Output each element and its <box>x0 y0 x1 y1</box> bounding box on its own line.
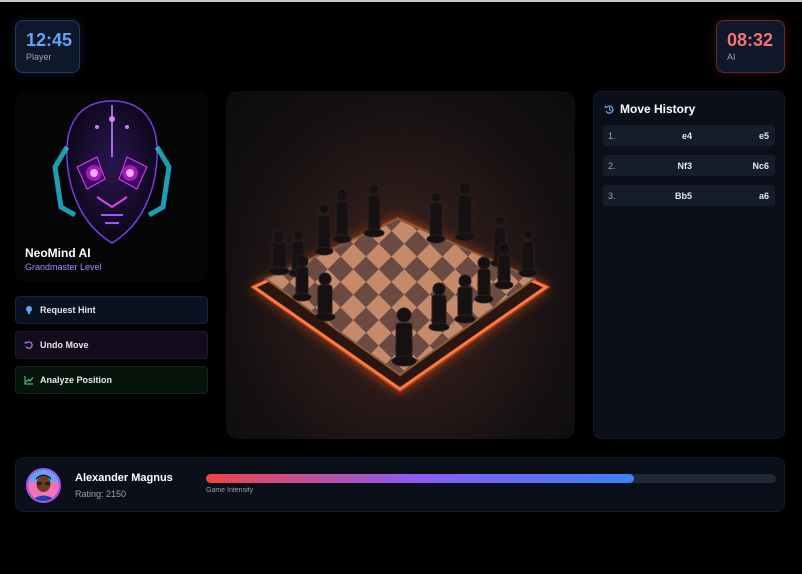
player-name: Alexander Magnus <box>75 472 173 484</box>
game-intensity-bar <box>206 474 776 483</box>
ai-opponent-card: NeoMind AI Grandmaster Level <box>15 91 208 282</box>
player-info-bar: Alexander Magnus Rating: 2150 Game Inten… <box>15 457 785 512</box>
ai-name: NeoMind AI <box>25 246 91 260</box>
undo-icon <box>24 341 33 349</box>
player-timer-time: 12:45 <box>26 30 73 50</box>
analyze-position-button[interactable]: Analyze Position <box>15 366 208 394</box>
move-number: 3. <box>608 191 616 201</box>
player-timer: 12:45 Player <box>15 20 80 73</box>
move-number: 1. <box>608 131 616 141</box>
chart-line-icon <box>24 376 34 385</box>
white-move: e4 <box>681 131 692 141</box>
request-hint-label: Request Hint <box>40 305 96 315</box>
player-rating: Rating: 2150 <box>75 489 127 499</box>
chess-board-view[interactable] <box>226 91 575 439</box>
piece-back-left <box>268 230 290 276</box>
move-number: 2. <box>608 161 616 171</box>
ai-timer: 08:32 AI <box>716 20 785 73</box>
lightbulb-icon <box>26 306 32 314</box>
undo-move-label: Undo Move <box>40 340 89 350</box>
move-row[interactable]: 1. e4 e5 <box>603 125 775 146</box>
game-intensity-label: Game Intensity <box>206 487 254 494</box>
move-history-panel: Move History 1. e4 e5 2. Nf3 Nc6 3. Bb5 … <box>593 91 785 439</box>
player-portrait <box>28 470 59 501</box>
move-history-label: Move History <box>620 102 696 116</box>
window-top-border <box>0 0 802 2</box>
ai-robot-avatar <box>52 100 172 244</box>
ai-level: Grandmaster Level <box>25 262 102 272</box>
move-row[interactable]: 2. Nf3 Nc6 <box>603 155 775 176</box>
ai-timer-label: AI <box>727 52 736 62</box>
ai-timer-time: 08:32 <box>727 30 774 50</box>
chess-board-illustration <box>250 182 551 393</box>
white-move: Bb5 <box>674 191 692 201</box>
black-move: a6 <box>758 191 769 201</box>
history-icon <box>604 104 614 114</box>
player-timer-label: Player <box>26 52 52 62</box>
analyze-position-label: Analyze Position <box>40 375 113 385</box>
request-hint-button[interactable]: Request Hint <box>15 296 208 324</box>
player-avatar <box>26 468 61 503</box>
move-row[interactable]: 3. Bb5 a6 <box>603 185 775 206</box>
black-move: Nc6 <box>752 161 769 171</box>
undo-move-button[interactable]: Undo Move <box>15 331 208 359</box>
black-move: e5 <box>758 131 769 141</box>
move-history-title: Move History <box>604 102 695 116</box>
white-move: Nf3 <box>677 161 692 171</box>
game-intensity-fill <box>206 474 634 483</box>
